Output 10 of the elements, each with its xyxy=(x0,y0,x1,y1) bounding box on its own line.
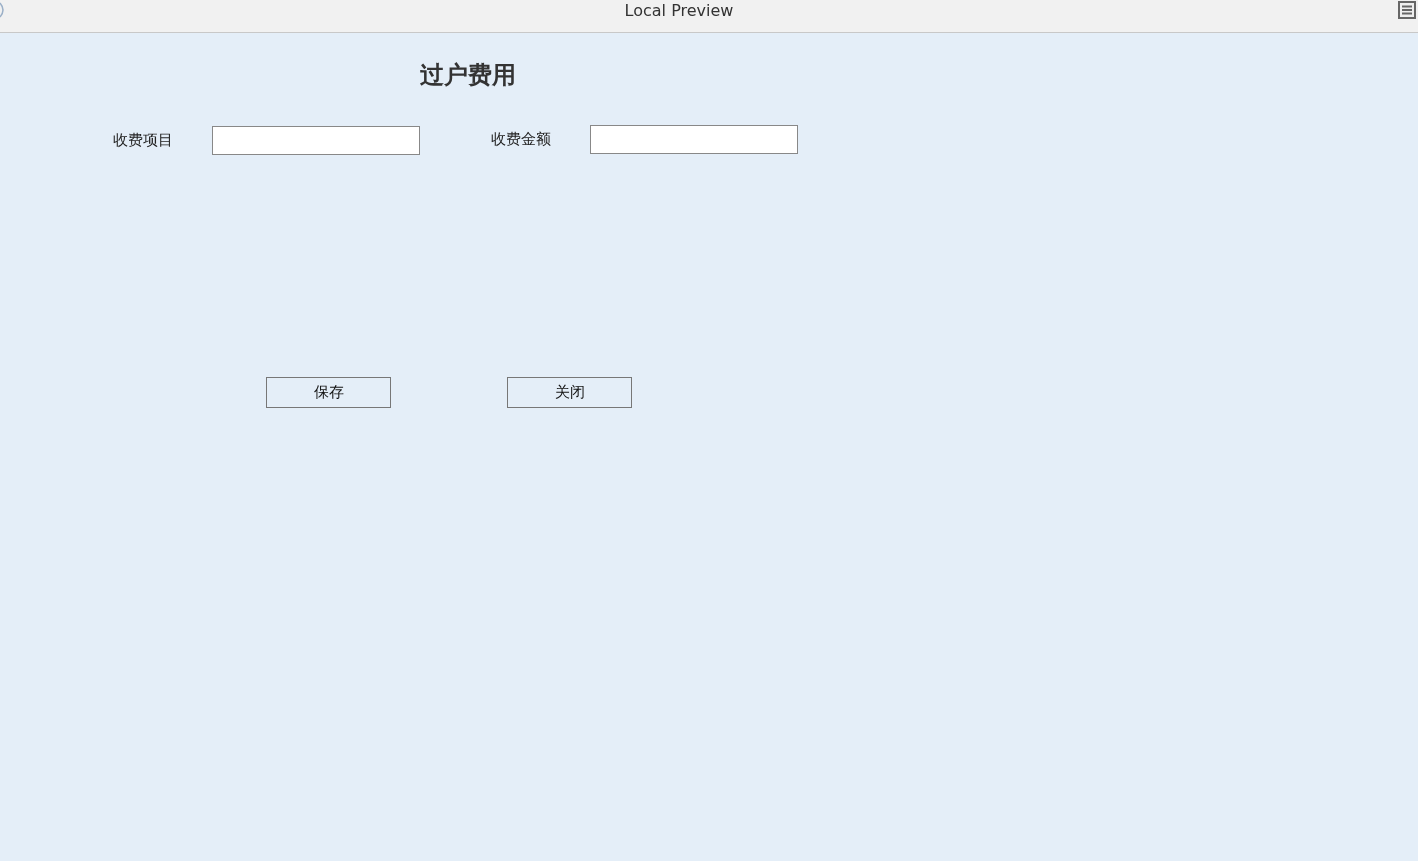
form-title: 过户费用 xyxy=(420,60,517,90)
input-field[interactable] xyxy=(212,126,420,155)
form-button[interactable]: 关闭 xyxy=(507,377,632,408)
form-button[interactable]: 保存 xyxy=(266,377,391,408)
arc-icon xyxy=(0,2,6,18)
field-label: 收费项目 xyxy=(113,131,174,150)
input-field[interactable] xyxy=(590,125,798,154)
menu-icon[interactable] xyxy=(1398,1,1416,19)
field-label: 收费金额 xyxy=(491,130,552,149)
window-title: Local Preview xyxy=(624,1,734,20)
